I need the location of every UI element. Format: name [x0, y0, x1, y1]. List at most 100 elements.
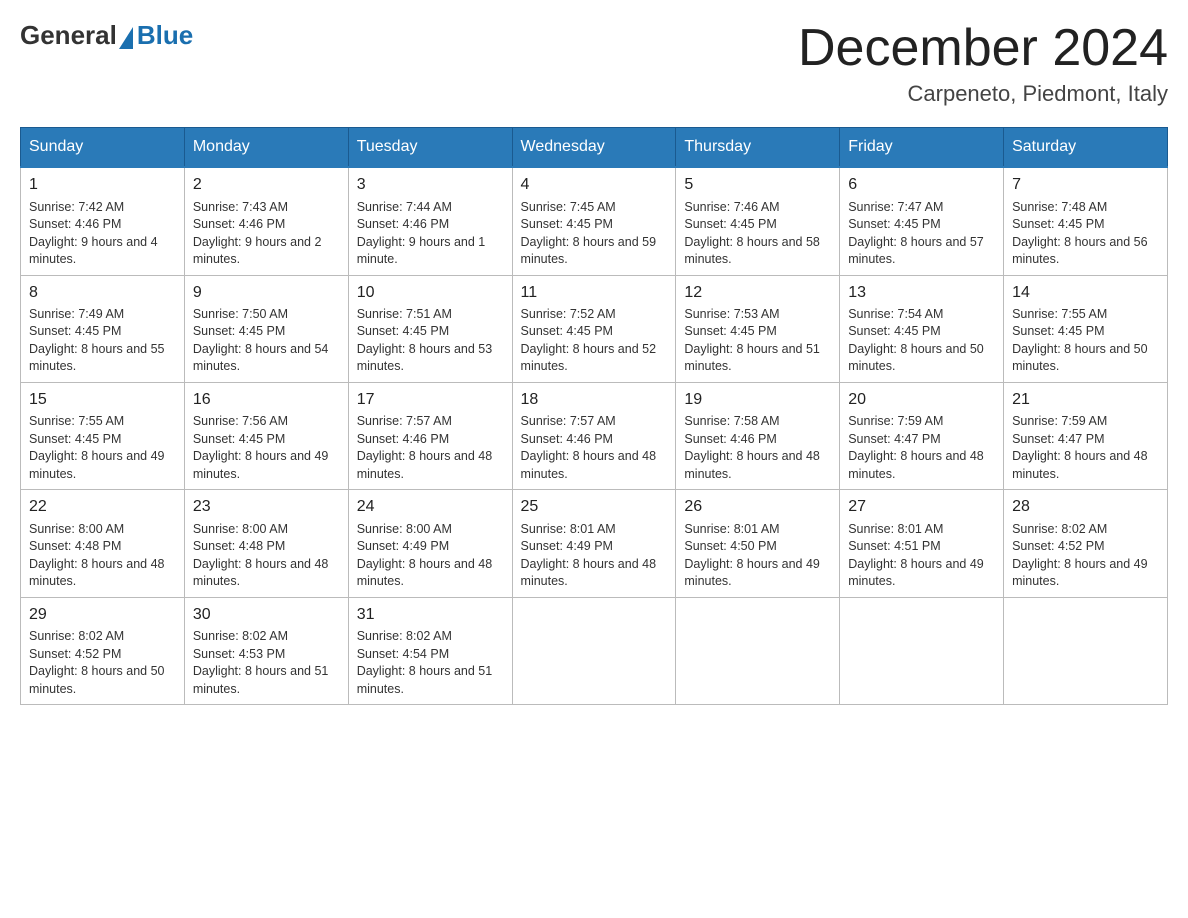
- calendar-cell: [840, 597, 1004, 704]
- day-info: Sunrise: 7:47 AMSunset: 4:45 PMDaylight:…: [848, 199, 995, 269]
- day-number: 17: [357, 389, 504, 411]
- day-info: Sunrise: 8:00 AMSunset: 4:49 PMDaylight:…: [357, 521, 504, 591]
- day-info: Sunrise: 7:51 AMSunset: 4:45 PMDaylight:…: [357, 306, 504, 376]
- calendar-cell: 7 Sunrise: 7:48 AMSunset: 4:45 PMDayligh…: [1004, 167, 1168, 275]
- day-number: 12: [684, 282, 831, 304]
- header-wednesday: Wednesday: [512, 128, 676, 168]
- day-info: Sunrise: 7:50 AMSunset: 4:45 PMDaylight:…: [193, 306, 340, 376]
- calendar-cell: 3 Sunrise: 7:44 AMSunset: 4:46 PMDayligh…: [348, 167, 512, 275]
- day-number: 22: [29, 496, 176, 518]
- day-number: 19: [684, 389, 831, 411]
- day-number: 6: [848, 174, 995, 196]
- calendar-cell: 15 Sunrise: 7:55 AMSunset: 4:45 PMDaylig…: [21, 382, 185, 489]
- calendar-cell: 6 Sunrise: 7:47 AMSunset: 4:45 PMDayligh…: [840, 167, 1004, 275]
- month-year-title: December 2024: [798, 20, 1168, 77]
- day-number: 30: [193, 604, 340, 626]
- day-info: Sunrise: 8:02 AMSunset: 4:52 PMDaylight:…: [29, 628, 176, 698]
- week-row-4: 22 Sunrise: 8:00 AMSunset: 4:48 PMDaylig…: [21, 490, 1168, 597]
- calendar-cell: 19 Sunrise: 7:58 AMSunset: 4:46 PMDaylig…: [676, 382, 840, 489]
- day-info: Sunrise: 8:01 AMSunset: 4:51 PMDaylight:…: [848, 521, 995, 591]
- calendar-cell: 27 Sunrise: 8:01 AMSunset: 4:51 PMDaylig…: [840, 490, 1004, 597]
- calendar-cell: 24 Sunrise: 8:00 AMSunset: 4:49 PMDaylig…: [348, 490, 512, 597]
- calendar-cell: 29 Sunrise: 8:02 AMSunset: 4:52 PMDaylig…: [21, 597, 185, 704]
- day-number: 13: [848, 282, 995, 304]
- day-number: 16: [193, 389, 340, 411]
- day-number: 14: [1012, 282, 1159, 304]
- day-info: Sunrise: 7:43 AMSunset: 4:46 PMDaylight:…: [193, 199, 340, 269]
- day-info: Sunrise: 7:57 AMSunset: 4:46 PMDaylight:…: [357, 413, 504, 483]
- day-info: Sunrise: 7:48 AMSunset: 4:45 PMDaylight:…: [1012, 199, 1159, 269]
- day-info: Sunrise: 8:00 AMSunset: 4:48 PMDaylight:…: [29, 521, 176, 591]
- day-number: 26: [684, 496, 831, 518]
- calendar-cell: 28 Sunrise: 8:02 AMSunset: 4:52 PMDaylig…: [1004, 490, 1168, 597]
- header-friday: Friday: [840, 128, 1004, 168]
- calendar-cell: 11 Sunrise: 7:52 AMSunset: 4:45 PMDaylig…: [512, 275, 676, 382]
- day-number: 5: [684, 174, 831, 196]
- logo: General Blue: [20, 20, 193, 51]
- day-number: 4: [521, 174, 668, 196]
- logo-triangle-icon: [119, 27, 133, 49]
- day-info: Sunrise: 7:54 AMSunset: 4:45 PMDaylight:…: [848, 306, 995, 376]
- calendar-cell: 30 Sunrise: 8:02 AMSunset: 4:53 PMDaylig…: [184, 597, 348, 704]
- days-of-week-row: Sunday Monday Tuesday Wednesday Thursday…: [21, 128, 1168, 168]
- day-number: 8: [29, 282, 176, 304]
- day-info: Sunrise: 7:49 AMSunset: 4:45 PMDaylight:…: [29, 306, 176, 376]
- day-info: Sunrise: 7:45 AMSunset: 4:45 PMDaylight:…: [521, 199, 668, 269]
- day-info: Sunrise: 7:42 AMSunset: 4:46 PMDaylight:…: [29, 199, 176, 269]
- day-number: 23: [193, 496, 340, 518]
- week-row-3: 15 Sunrise: 7:55 AMSunset: 4:45 PMDaylig…: [21, 382, 1168, 489]
- day-info: Sunrise: 7:56 AMSunset: 4:45 PMDaylight:…: [193, 413, 340, 483]
- logo-general-text: General: [20, 20, 117, 51]
- day-info: Sunrise: 8:02 AMSunset: 4:52 PMDaylight:…: [1012, 521, 1159, 591]
- day-number: 7: [1012, 174, 1159, 196]
- calendar-cell: 2 Sunrise: 7:43 AMSunset: 4:46 PMDayligh…: [184, 167, 348, 275]
- calendar-cell: 16 Sunrise: 7:56 AMSunset: 4:45 PMDaylig…: [184, 382, 348, 489]
- calendar-cell: 5 Sunrise: 7:46 AMSunset: 4:45 PMDayligh…: [676, 167, 840, 275]
- day-number: 1: [29, 174, 176, 196]
- day-number: 24: [357, 496, 504, 518]
- day-info: Sunrise: 8:02 AMSunset: 4:53 PMDaylight:…: [193, 628, 340, 698]
- day-info: Sunrise: 7:46 AMSunset: 4:45 PMDaylight:…: [684, 199, 831, 269]
- calendar-cell: 26 Sunrise: 8:01 AMSunset: 4:50 PMDaylig…: [676, 490, 840, 597]
- calendar-cell: 20 Sunrise: 7:59 AMSunset: 4:47 PMDaylig…: [840, 382, 1004, 489]
- day-info: Sunrise: 7:57 AMSunset: 4:46 PMDaylight:…: [521, 413, 668, 483]
- calendar-cell: 4 Sunrise: 7:45 AMSunset: 4:45 PMDayligh…: [512, 167, 676, 275]
- day-info: Sunrise: 7:52 AMSunset: 4:45 PMDaylight:…: [521, 306, 668, 376]
- header-thursday: Thursday: [676, 128, 840, 168]
- day-number: 10: [357, 282, 504, 304]
- calendar-cell: 10 Sunrise: 7:51 AMSunset: 4:45 PMDaylig…: [348, 275, 512, 382]
- day-number: 25: [521, 496, 668, 518]
- calendar-cell: 8 Sunrise: 7:49 AMSunset: 4:45 PMDayligh…: [21, 275, 185, 382]
- calendar-cell: [512, 597, 676, 704]
- header-monday: Monday: [184, 128, 348, 168]
- day-number: 28: [1012, 496, 1159, 518]
- day-number: 21: [1012, 389, 1159, 411]
- day-number: 11: [521, 282, 668, 304]
- day-info: Sunrise: 7:55 AMSunset: 4:45 PMDaylight:…: [1012, 306, 1159, 376]
- calendar-cell: [1004, 597, 1168, 704]
- calendar-cell: 12 Sunrise: 7:53 AMSunset: 4:45 PMDaylig…: [676, 275, 840, 382]
- week-row-2: 8 Sunrise: 7:49 AMSunset: 4:45 PMDayligh…: [21, 275, 1168, 382]
- day-number: 29: [29, 604, 176, 626]
- calendar-cell: [676, 597, 840, 704]
- day-info: Sunrise: 8:01 AMSunset: 4:50 PMDaylight:…: [684, 521, 831, 591]
- calendar-header: Sunday Monday Tuesday Wednesday Thursday…: [21, 128, 1168, 168]
- day-info: Sunrise: 7:59 AMSunset: 4:47 PMDaylight:…: [848, 413, 995, 483]
- calendar-cell: 14 Sunrise: 7:55 AMSunset: 4:45 PMDaylig…: [1004, 275, 1168, 382]
- day-info: Sunrise: 7:59 AMSunset: 4:47 PMDaylight:…: [1012, 413, 1159, 483]
- location-subtitle: Carpeneto, Piedmont, Italy: [798, 81, 1168, 107]
- day-number: 15: [29, 389, 176, 411]
- day-info: Sunrise: 7:53 AMSunset: 4:45 PMDaylight:…: [684, 306, 831, 376]
- calendar-cell: 9 Sunrise: 7:50 AMSunset: 4:45 PMDayligh…: [184, 275, 348, 382]
- day-info: Sunrise: 7:55 AMSunset: 4:45 PMDaylight:…: [29, 413, 176, 483]
- day-number: 2: [193, 174, 340, 196]
- day-info: Sunrise: 8:01 AMSunset: 4:49 PMDaylight:…: [521, 521, 668, 591]
- calendar-cell: 22 Sunrise: 8:00 AMSunset: 4:48 PMDaylig…: [21, 490, 185, 597]
- calendar-cell: 13 Sunrise: 7:54 AMSunset: 4:45 PMDaylig…: [840, 275, 1004, 382]
- calendar-cell: 21 Sunrise: 7:59 AMSunset: 4:47 PMDaylig…: [1004, 382, 1168, 489]
- day-number: 18: [521, 389, 668, 411]
- header-sunday: Sunday: [21, 128, 185, 168]
- day-number: 3: [357, 174, 504, 196]
- day-info: Sunrise: 8:00 AMSunset: 4:48 PMDaylight:…: [193, 521, 340, 591]
- day-info: Sunrise: 7:58 AMSunset: 4:46 PMDaylight:…: [684, 413, 831, 483]
